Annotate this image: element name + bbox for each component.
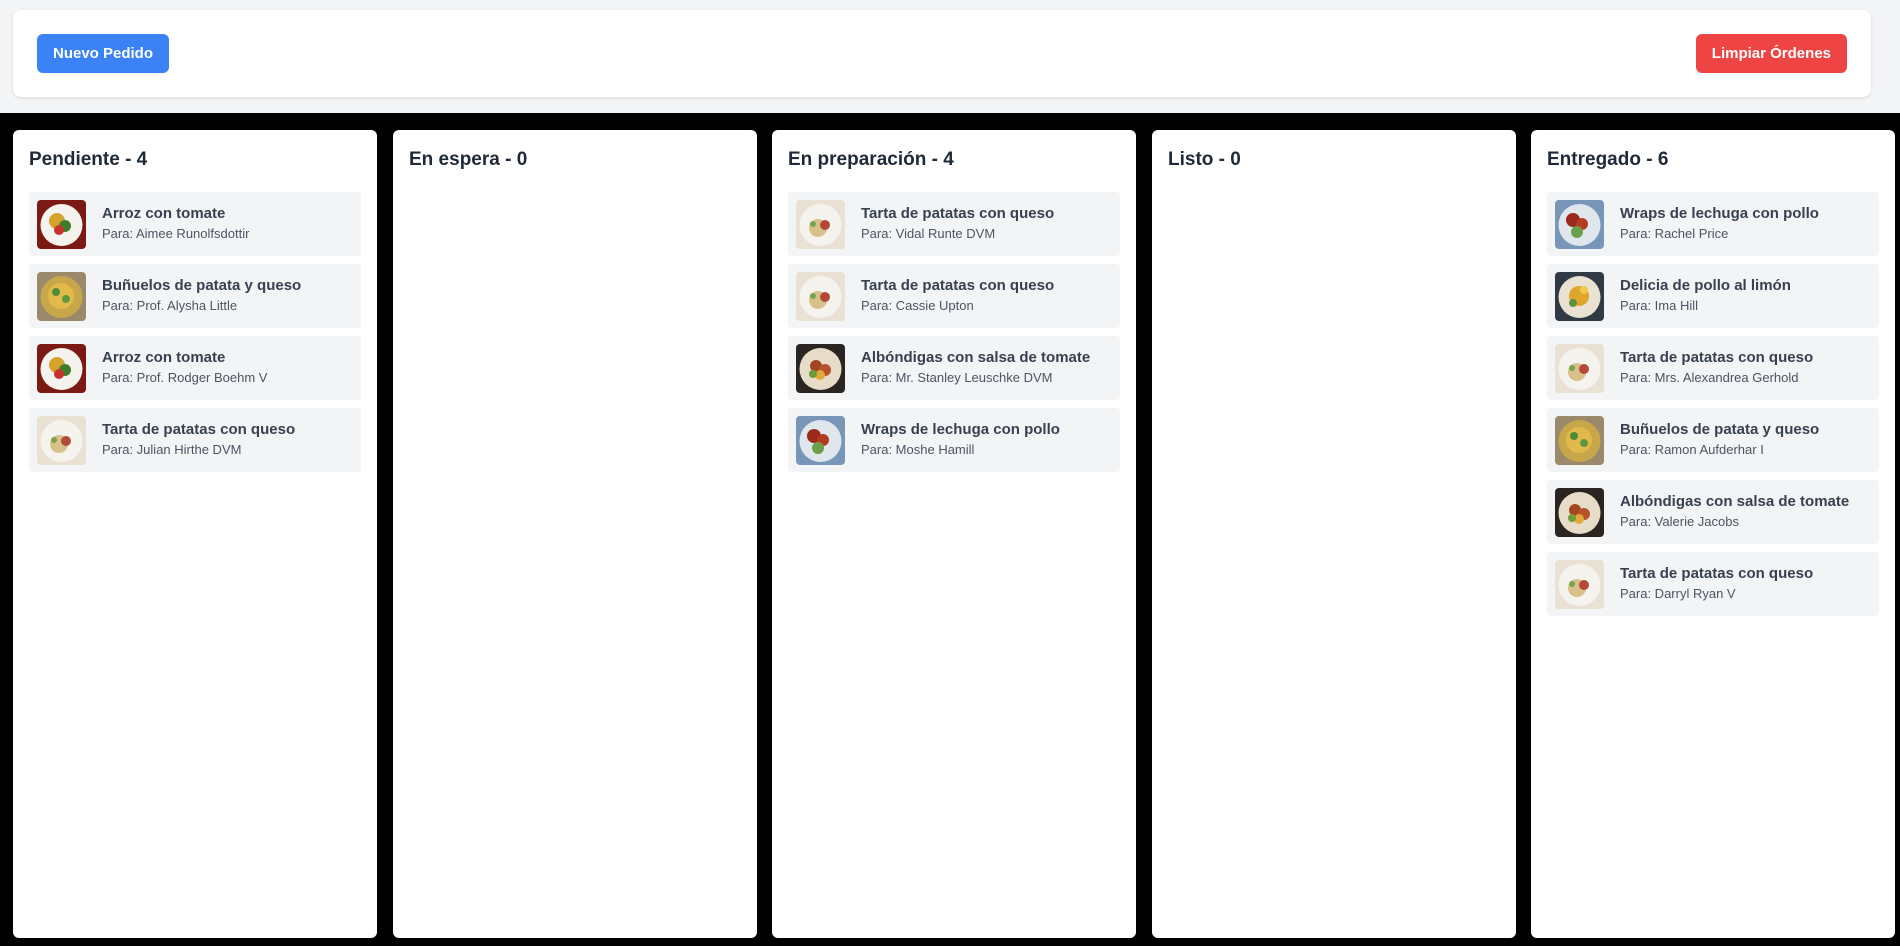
dish-meatballs-icon	[796, 343, 845, 393]
column-delivered: Entregado - 6 Wraps de lechuga con pollo P…	[1531, 130, 1895, 938]
dish-wraps-icon	[1555, 199, 1604, 249]
order-card[interactable]: Albóndigas con salsa de tomate Para: Vale…	[1547, 480, 1879, 544]
dish-meatballs-icon	[1555, 487, 1604, 537]
dish-fritters-icon	[1555, 415, 1604, 465]
order-card[interactable]: Buñuelos de patata y queso Para: Ramon Au…	[1547, 408, 1879, 472]
dish-fritters-icon	[37, 271, 86, 321]
column-title: Listo - 0	[1168, 149, 1241, 170]
toolbar: Nuevo Pedido Limpiar Órdenes	[13, 10, 1871, 97]
dish-wraps-icon	[796, 415, 845, 465]
order-dish-name: Delicia de pollo al limón	[1620, 277, 1791, 294]
order-card[interactable]: Delicia de pollo al limón Para: Ima Hill	[1547, 264, 1879, 328]
order-text: Albóndigas con salsa de tomate Para: Vale…	[1620, 492, 1849, 532]
order-customer: Para: Julian Hirthe DVM	[102, 442, 242, 457]
order-text: Albóndigas con salsa de tomate Para: Mr. …	[861, 348, 1090, 388]
kanban-board: Pendiente - 4 Arroz con tomate Para: Aimee…	[13, 130, 1895, 938]
column-title: Pendiente - 4	[29, 149, 148, 170]
dish-potato-tart-icon	[796, 271, 845, 321]
order-customer: Para: Ima Hill	[1620, 298, 1699, 313]
dish-lemon-chicken-icon	[1555, 271, 1604, 321]
order-dish-name: Tarta de patatas con queso	[861, 205, 1055, 222]
order-customer: Para: Rachel Price	[1620, 226, 1729, 241]
order-card[interactable]: Tarta de patatas con queso Para: Julian H…	[29, 408, 361, 472]
order-text: Arroz con tomate Para: Prof. Rodger Boehm…	[102, 348, 267, 388]
column-waiting: En espera - 0	[393, 130, 757, 938]
column-title: En preparación - 4	[788, 149, 954, 170]
order-card[interactable]: Tarta de patatas con queso Para: Darryl R…	[1547, 552, 1879, 616]
order-text: Wraps de lechuga con pollo Para: Moshe Ha…	[861, 420, 1060, 460]
order-dish-name: Albóndigas con salsa de tomate	[861, 349, 1091, 366]
order-dish-name: Tarta de patatas con queso	[1620, 349, 1814, 366]
dish-rice-icon	[37, 199, 86, 249]
order-card[interactable]: Albóndigas con salsa de tomate Para: Mr. …	[788, 336, 1120, 400]
order-customer: Para: Cassie Upton	[861, 298, 974, 313]
column-pending: Pendiente - 4 Arroz con tomate Para: Aimee…	[13, 130, 377, 938]
order-card[interactable]: Arroz con tomate Para: Prof. Rodger Boehm…	[29, 336, 361, 400]
order-dish-name: Wraps de lechuga con pollo	[1620, 205, 1819, 222]
dish-potato-tart-icon	[1555, 343, 1604, 393]
order-text: Tarta de patatas con queso Para: Mrs. Ale…	[1620, 348, 1813, 388]
order-card[interactable]: Tarta de patatas con queso Para: Cassie U…	[788, 264, 1120, 328]
column-in-preparation: En preparación - 4 Tarta de patatas con q…	[772, 130, 1136, 938]
column-ready: Listo - 0	[1152, 130, 1516, 938]
order-text: Arroz con tomate Para: Aimee Runolfsdotti…	[102, 204, 249, 244]
order-customer: Para: Ramon Aufderhar I	[1620, 442, 1764, 457]
order-card[interactable]: Arroz con tomate Para: Aimee Runolfsdotti…	[29, 192, 361, 256]
order-customer: Para: Prof. Alysha Little	[102, 298, 238, 313]
clear-orders-button[interactable]: Limpiar Órdenes	[1695, 34, 1847, 73]
order-text: Wraps de lechuga con pollo Para: Rachel P…	[1620, 204, 1819, 244]
order-customer: Para: Mrs. Alexandrea Gerhold	[1620, 370, 1799, 385]
column-title: En espera - 0	[409, 149, 528, 170]
order-text: Tarta de patatas con queso Para: Cassie U…	[861, 276, 1054, 316]
order-text: Tarta de patatas con queso Para: Darryl R…	[1620, 564, 1813, 604]
order-text: Delicia de pollo al limón Para: Ima Hill	[1620, 276, 1791, 316]
order-text: Tarta de patatas con queso Para: Vidal Ru…	[861, 204, 1054, 244]
order-customer: Para: Darryl Ryan V	[1620, 586, 1736, 601]
column-title: Entregado - 6	[1547, 149, 1669, 170]
order-dish-name: Buñuelos de patata y queso	[1620, 421, 1820, 438]
dish-potato-tart-icon	[37, 415, 86, 465]
order-card[interactable]: Tarta de patatas con queso Para: Mrs. Ale…	[1547, 336, 1879, 400]
order-dish-name: Albóndigas con salsa de tomate	[1620, 493, 1850, 510]
order-customer: Para: Valerie Jacobs	[1620, 514, 1739, 529]
order-dish-name: Arroz con tomate	[102, 205, 226, 222]
order-text: Buñuelos de patata y queso Para: Prof. Al…	[102, 276, 301, 316]
order-customer: Para: Aimee Runolfsdottir	[102, 226, 250, 241]
order-card[interactable]: Tarta de patatas con queso Para: Vidal Ru…	[788, 192, 1120, 256]
order-customer: Para: Prof. Rodger Boehm V	[102, 370, 268, 385]
dish-rice-icon	[37, 343, 86, 393]
order-dish-name: Buñuelos de patata y queso	[102, 277, 302, 294]
order-card[interactable]: Buñuelos de patata y queso Para: Prof. Al…	[29, 264, 361, 328]
order-card[interactable]: Wraps de lechuga con pollo Para: Rachel P…	[1547, 192, 1879, 256]
order-customer: Para: Vidal Runte DVM	[861, 226, 996, 241]
order-dish-name: Arroz con tomate	[102, 349, 226, 366]
dish-potato-tart-icon	[1555, 559, 1604, 609]
order-dish-name: Tarta de patatas con queso	[102, 421, 296, 438]
new-order-button[interactable]: Nuevo Pedido	[37, 34, 170, 73]
order-card[interactable]: Wraps de lechuga con pollo Para: Moshe Ha…	[788, 408, 1120, 472]
order-text: Tarta de patatas con queso Para: Julian H…	[102, 420, 295, 460]
order-text: Buñuelos de patata y queso Para: Ramon Au…	[1620, 420, 1819, 460]
order-customer: Para: Mr. Stanley Leuschke DVM	[861, 370, 1053, 385]
dish-potato-tart-icon	[796, 199, 845, 249]
order-dish-name: Tarta de patatas con queso	[1620, 565, 1814, 582]
order-dish-name: Wraps de lechuga con pollo	[861, 421, 1060, 438]
header-bar: Nuevo Pedido Limpiar Órdenes	[0, 0, 1900, 113]
order-customer: Para: Moshe Hamill	[861, 442, 975, 457]
order-dish-name: Tarta de patatas con queso	[861, 277, 1055, 294]
